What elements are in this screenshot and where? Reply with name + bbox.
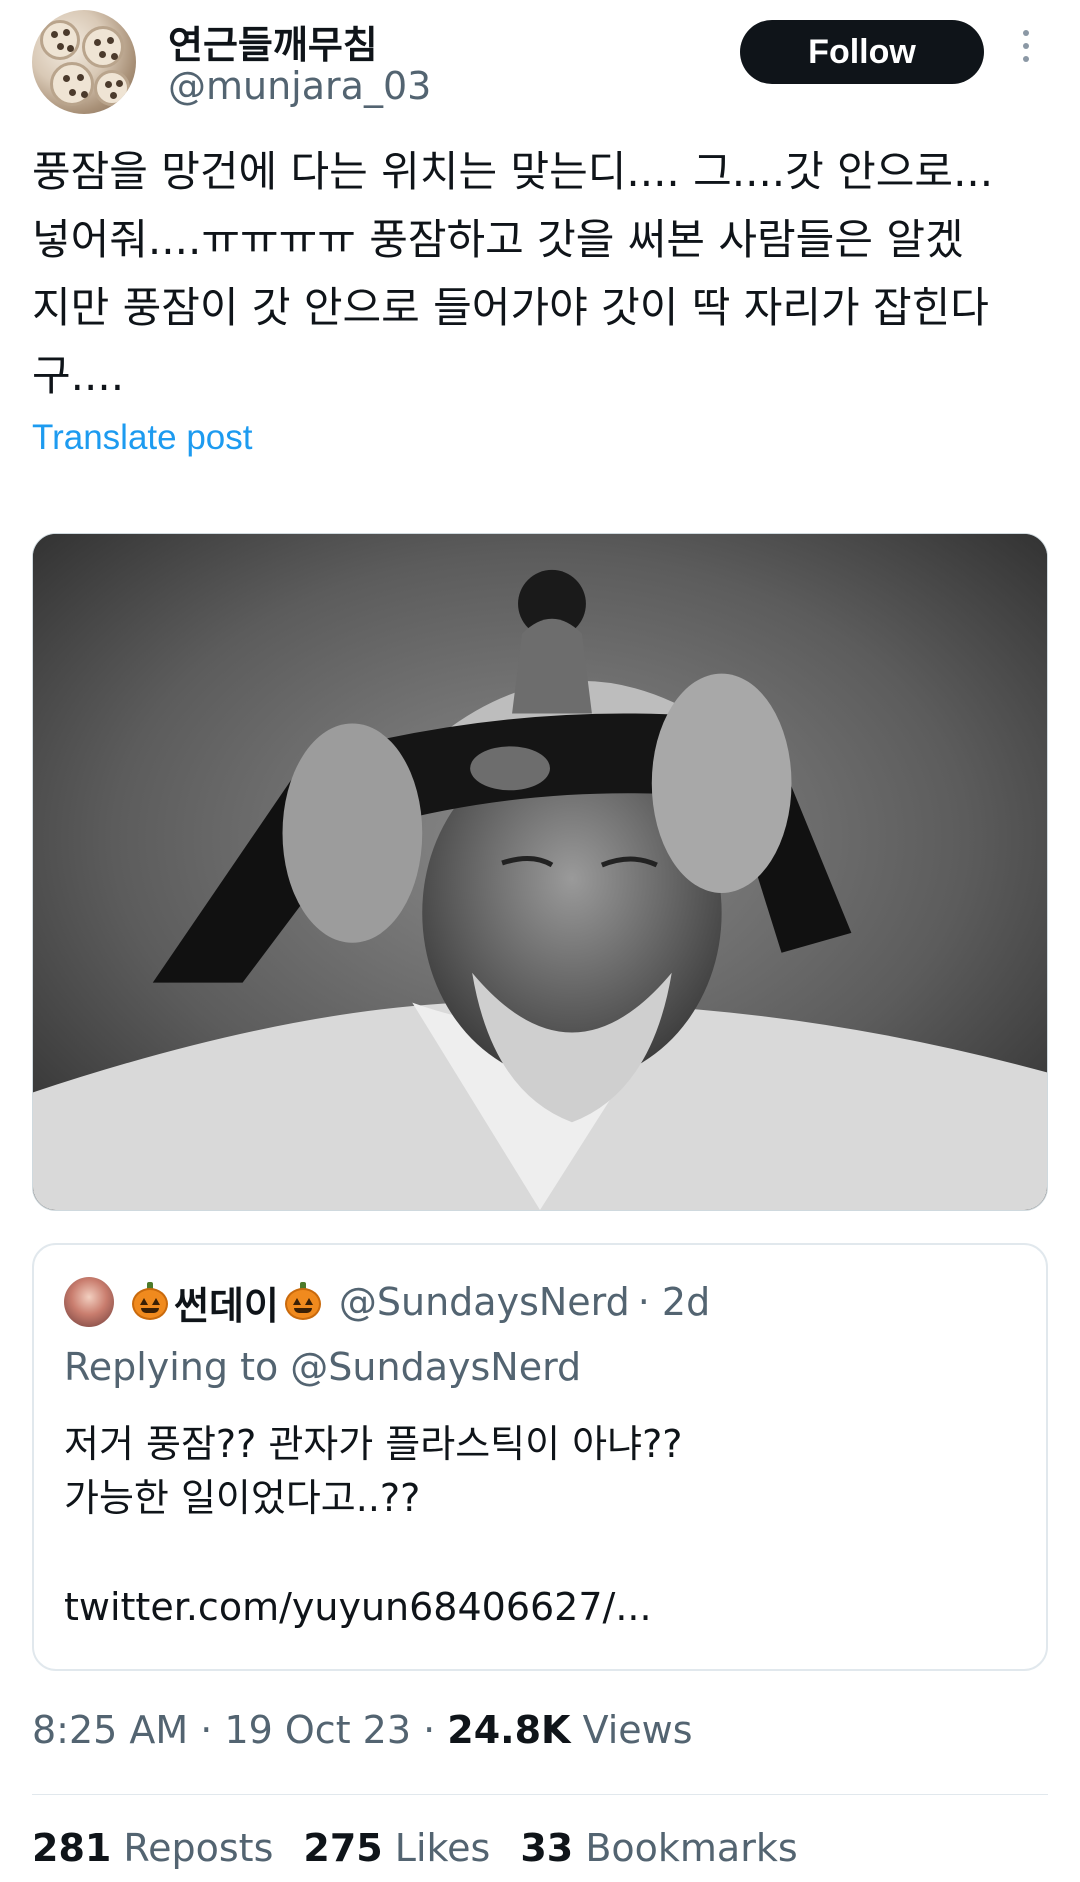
quoted-tweet-card[interactable]: 썬데이 @SundaysNerd · 2d Replying to @Sunda…	[32, 1243, 1048, 1671]
tweet-header: 연근들깨무침 @munjara_03 Follow	[0, 0, 1080, 130]
author-avatar[interactable]	[32, 10, 136, 114]
follow-button[interactable]: Follow	[740, 20, 984, 84]
quoted-author-row: 썬데이 @SundaysNerd · 2d	[130, 1275, 710, 1329]
tweet-photo[interactable]	[32, 533, 1048, 1211]
author-handle[interactable]: @munjara_03	[168, 64, 431, 108]
pumpkin-icon	[283, 1282, 323, 1322]
likes-count: 275	[303, 1826, 383, 1870]
quoted-tweet-text: 저거 풍잠?? 관자가 플라스틱이 아냐?? 가능한 일이었다고..??	[64, 1422, 683, 1520]
reposts-label: Reposts	[123, 1826, 274, 1870]
likes-label: Likes	[394, 1826, 491, 1870]
reposts-count: 281	[32, 1826, 112, 1870]
quoted-tweet-link[interactable]: twitter.com/yuyun68406627/...	[64, 1585, 652, 1629]
translate-post-link[interactable]: Translate post	[32, 418, 252, 458]
meta-separator: ·	[411, 1708, 448, 1752]
views-label: Views	[570, 1708, 693, 1752]
likes-stat[interactable]: 275 Likes	[303, 1826, 490, 1870]
more-options-icon[interactable]	[1016, 30, 1036, 70]
tweet-text: 풍잠을 망건에 다는 위치는 맞는디.... 그....갓 안으로... 넣어줘…	[32, 147, 994, 400]
replying-to-label: Replying to @SundaysNerd	[64, 1345, 582, 1389]
author-display-name[interactable]: 연근들깨무침	[168, 14, 378, 69]
meta-separator: ·	[188, 1708, 225, 1752]
tweet-meta: 8:25 AM · 19 Oct 23 · 24.8K Views	[32, 1708, 693, 1752]
quoted-time: · 2d	[637, 1280, 711, 1324]
quoted-author-handle[interactable]: @SundaysNerd	[339, 1280, 630, 1324]
engagement-stats: 281 Reposts 275 Likes 33 Bookmarks	[32, 1826, 798, 1870]
pumpkin-icon	[130, 1282, 170, 1322]
bookmarks-label: Bookmarks	[585, 1826, 798, 1870]
divider	[32, 1794, 1048, 1795]
reposts-stat[interactable]: 281 Reposts	[32, 1826, 273, 1870]
views-count: 24.8K	[447, 1708, 571, 1752]
quoted-author-display-name[interactable]: 썬데이	[174, 1275, 279, 1330]
bookmarks-count: 33	[520, 1826, 574, 1870]
tweet-date[interactable]: 19 Oct 23	[224, 1708, 411, 1752]
photo-illustration	[33, 534, 1047, 1210]
tweet-time[interactable]: 8:25 AM	[32, 1708, 188, 1752]
bookmarks-stat[interactable]: 33 Bookmarks	[520, 1826, 797, 1870]
quoted-author-avatar[interactable]	[64, 1277, 114, 1327]
